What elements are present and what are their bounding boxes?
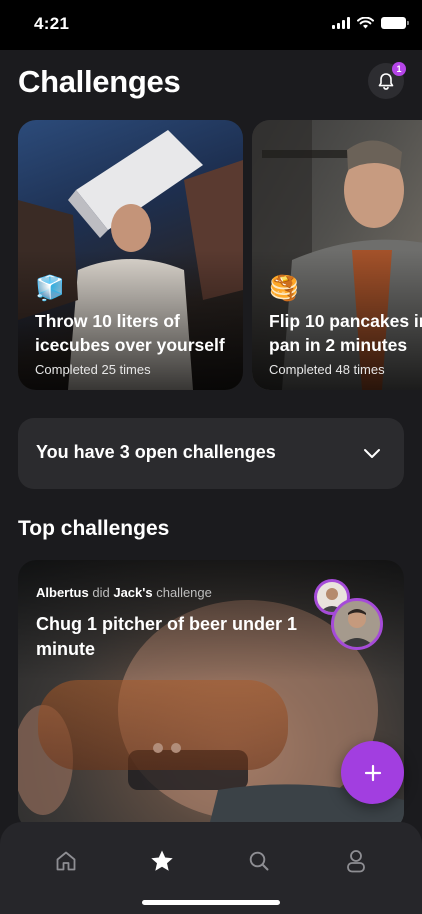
top-challenge-title: Chug 1 pitcher of beer under 1 minute [36,614,298,659]
user-avatar-icon [339,609,375,647]
home-indicator [142,900,280,905]
tab-challenges[interactable] [147,846,177,876]
notification-badge: 1 [392,62,406,76]
status-time: 4:21 [34,14,70,33]
challenge-card-title: Throw 10 liters of icecubes over yoursel… [35,311,225,355]
status-bar: 4:21 [0,0,422,50]
section-title: Top challenges [18,517,170,540]
home-icon [56,851,76,871]
tab-search[interactable] [244,846,274,876]
star-icon [151,850,173,871]
challenge-card-completed: Completed 48 times [269,362,385,377]
user-icon [347,850,365,873]
ice-cube-icon: 🧊 [35,275,65,302]
page-title: Challenges [18,64,181,99]
wifi-icon [357,17,374,29]
avatar[interactable] [331,598,383,650]
challenge-card-title: Flip 10 pancakes in pan in 2 minutes [269,311,422,355]
challenge-carousel[interactable]: 🧊 Throw 10 liters of icecubes over yours… [18,120,422,390]
challenge-card[interactable]: 🥞 Flip 10 pancakes in pan in 2 minutes C… [252,120,422,390]
open-challenges-dropdown[interactable]: You have 3 open challenges [18,418,404,489]
challenge-card-completed: Completed 25 times [35,362,151,377]
user-name[interactable]: Albertus [36,585,89,600]
notifications-button[interactable]: 1 [368,62,406,99]
bell-icon [378,72,394,90]
challenge-meta: Albertus did Jack's challenge [36,585,212,600]
owner-name[interactable]: Jack's [113,585,152,600]
status-icons [332,17,409,29]
chevron-down-icon [364,449,380,458]
signal-icon [332,17,350,29]
open-challenges-label: You have 3 open challenges [36,442,276,462]
battery-icon [381,17,409,29]
challenge-card[interactable]: 🧊 Throw 10 liters of icecubes over yours… [18,120,243,390]
add-challenge-button[interactable] [341,741,404,804]
tab-home[interactable] [51,846,81,876]
tab-profile[interactable] [341,846,371,876]
tab-bar [0,822,422,914]
pancake-icon: 🥞 [269,275,299,302]
search-icon [249,851,269,871]
plus-icon [364,764,381,781]
